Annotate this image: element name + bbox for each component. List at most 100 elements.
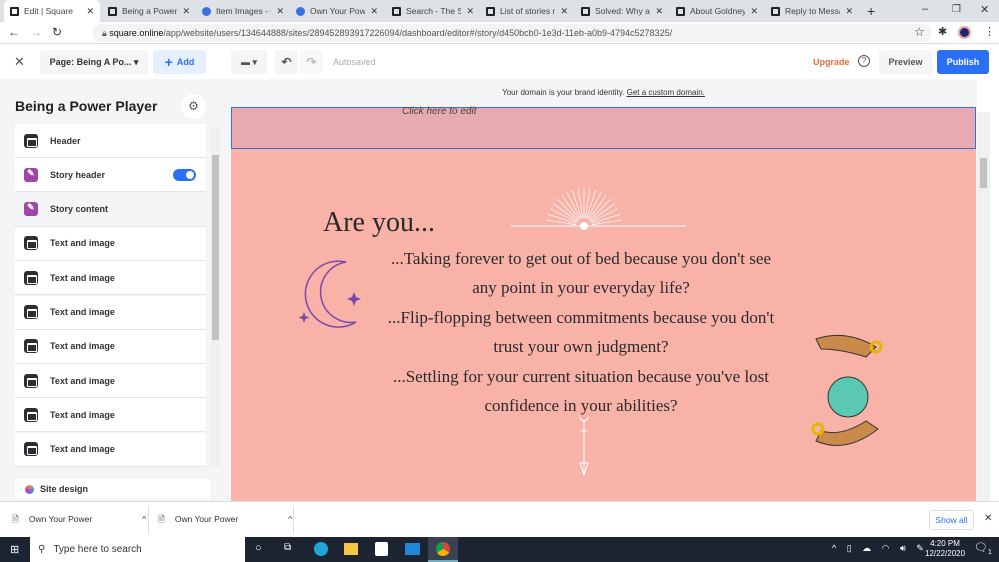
arrow-icon bbox=[578, 416, 590, 477]
domain-banner: Your domain is your brand identity. Get … bbox=[502, 88, 705, 97]
address-bar-row: ← → ↻ 🔒︎ square.online/app/website/users… bbox=[0, 22, 999, 44]
add-button[interactable]: + Add bbox=[153, 50, 206, 74]
sidebar-item[interactable]: Text and image bbox=[15, 329, 206, 364]
close-icon[interactable]: ✕ bbox=[370, 6, 378, 17]
download-item[interactable]: 🗎︎ Own Your Power ^ bbox=[158, 514, 292, 528]
preview-button[interactable]: Preview bbox=[879, 50, 932, 74]
browser-tab-bar: Edit | Square✕ Being a Power Pl✕ Item Im… bbox=[0, 0, 999, 22]
scrollbar[interactable] bbox=[211, 127, 220, 467]
hands-crystal-ball-icon bbox=[811, 334, 883, 446]
undo-button[interactable]: ↶ bbox=[275, 50, 298, 74]
sidebar-item[interactable]: Text and image bbox=[15, 432, 206, 467]
sidebar-item[interactable]: Story content bbox=[15, 192, 206, 227]
square-icon bbox=[486, 6, 495, 16]
reload-button[interactable]: ↻ bbox=[52, 25, 62, 39]
close-downloads-button[interactable]: ✕ bbox=[984, 513, 992, 524]
url-input[interactable]: 🔒︎ square.online/app/website/users/13464… bbox=[92, 24, 932, 42]
task-view-icon[interactable]: ⧉ bbox=[284, 542, 291, 553]
tab-edit-square[interactable]: Edit | Square ✕ bbox=[4, 0, 100, 22]
sidebar-item-label: Story content bbox=[50, 204, 109, 215]
menu-icon[interactable]: ⋮ bbox=[984, 25, 995, 38]
sidebar-item-label: Text and image bbox=[50, 272, 115, 283]
notifications-icon[interactable]: 🗨︎1 bbox=[974, 541, 992, 556]
sidebar-item[interactable]: Story header bbox=[15, 158, 206, 193]
star-icon[interactable]: ☆ bbox=[914, 25, 925, 39]
publish-button[interactable]: Publish bbox=[937, 50, 989, 74]
tab[interactable]: List of stories no✕ bbox=[480, 0, 574, 22]
device-select[interactable]: ▬ ▾ bbox=[231, 50, 267, 74]
close-icon[interactable]: ✕ bbox=[182, 6, 190, 17]
close-icon[interactable]: ✕ bbox=[750, 6, 758, 17]
sidebar-item[interactable]: Text and image bbox=[15, 261, 206, 296]
sidebar: Being a Power Player ⚙ Header Story heade… bbox=[0, 79, 230, 501]
sidebar-item[interactable]: Text and image bbox=[15, 398, 206, 433]
mail-icon[interactable] bbox=[405, 543, 420, 555]
cortana-icon[interactable]: ○ bbox=[255, 542, 262, 554]
avatar[interactable] bbox=[958, 26, 971, 39]
close-icon[interactable]: ✕ bbox=[276, 6, 284, 17]
plus-icon: + bbox=[164, 54, 173, 70]
sidebar-item-label: Header bbox=[50, 135, 81, 146]
file-explorer-icon[interactable] bbox=[344, 543, 358, 555]
new-tab-button[interactable]: + bbox=[867, 3, 875, 19]
tab[interactable]: Solved: Why are✕ bbox=[575, 0, 669, 22]
chevron-up-icon[interactable]: ^ bbox=[288, 514, 292, 528]
restore-button[interactable]: ❐ bbox=[952, 4, 961, 15]
sidebar-item-label: Story header bbox=[50, 169, 106, 180]
tab[interactable]: Search - The Sel✕ bbox=[386, 0, 480, 22]
square-icon bbox=[392, 6, 401, 16]
back-button[interactable]: ← bbox=[8, 25, 20, 39]
visibility-toggle[interactable] bbox=[173, 169, 196, 182]
sidebar-item[interactable]: Text and image bbox=[15, 364, 206, 399]
redo-button[interactable]: ↷ bbox=[300, 50, 323, 74]
taskbar-search-input[interactable]: ⚲ Type here to search bbox=[30, 537, 245, 562]
tab[interactable]: Being a Power Pl✕ bbox=[102, 0, 196, 22]
search-icon: ⚲ bbox=[38, 544, 46, 555]
help-icon[interactable]: ? bbox=[858, 55, 870, 67]
story-content-section[interactable]: Are you... ...Taking forever to get out … bbox=[231, 149, 976, 501]
show-all-button[interactable]: Show all bbox=[929, 510, 974, 530]
chrome-taskbar-icon[interactable] bbox=[428, 537, 458, 562]
pencil-icon bbox=[24, 167, 38, 182]
square-icon bbox=[108, 6, 117, 16]
clock[interactable]: 4:20 PM 12/22/2020 bbox=[925, 539, 965, 559]
sidebar-item[interactable]: Text and image bbox=[15, 295, 206, 330]
windows-start-icon[interactable]: ⊞ bbox=[10, 543, 19, 556]
tab[interactable]: Reply to Messag✕ bbox=[765, 0, 859, 22]
close-icon[interactable]: ✕ bbox=[466, 6, 474, 17]
chevron-up-icon[interactable]: ^ bbox=[142, 514, 146, 528]
section-icon bbox=[24, 407, 38, 422]
close-editor-button[interactable]: ✕ bbox=[14, 54, 25, 70]
sunrise-icon bbox=[511, 188, 686, 230]
forward-button[interactable]: → bbox=[30, 25, 42, 39]
minimize-button[interactable]: – bbox=[922, 3, 928, 15]
gear-icon[interactable]: ⚙ bbox=[181, 94, 206, 119]
extensions-icon[interactable]: ✱ bbox=[938, 25, 947, 38]
tab[interactable]: About Goldneye ✕ bbox=[670, 0, 764, 22]
edge-icon[interactable] bbox=[314, 542, 328, 556]
site-design-item[interactable]: Site design bbox=[15, 479, 210, 499]
square-icon bbox=[10, 6, 19, 16]
close-icon[interactable]: ✕ bbox=[560, 6, 568, 17]
sidebar-item[interactable]: Header bbox=[15, 124, 206, 158]
canvas-scrollbar[interactable] bbox=[977, 112, 990, 501]
close-window-button[interactable]: ✕ bbox=[980, 3, 989, 16]
story-header-section[interactable]: Click here to edit bbox=[231, 106, 976, 149]
close-icon[interactable]: ✕ bbox=[845, 6, 853, 17]
store-icon[interactable] bbox=[375, 542, 388, 556]
tab[interactable]: Own Your Power✕ bbox=[290, 0, 384, 22]
page-select[interactable]: Page: Being A Po... ▾ bbox=[40, 50, 148, 74]
tab[interactable]: Item Images - Cu✕ bbox=[196, 0, 290, 22]
section-icon bbox=[24, 133, 38, 148]
sidebar-item-label: Text and image bbox=[50, 238, 115, 249]
close-icon[interactable]: ✕ bbox=[86, 6, 94, 17]
download-item[interactable]: 🗎︎ Own Your Power ^ bbox=[12, 514, 146, 528]
close-icon[interactable]: ✕ bbox=[655, 6, 663, 17]
sidebar-item-label: Text and image bbox=[50, 307, 115, 317]
upgrade-link[interactable]: Upgrade bbox=[813, 57, 850, 67]
system-tray-icons[interactable]: ^ ▯ ☁ ◠ 🔊︎ ✎ bbox=[832, 543, 928, 554]
pencil-icon bbox=[24, 202, 38, 217]
taskbar: ⊞ ⚲ Type here to search ○ ⧉ ^ ▯ ☁ ◠ 🔊︎ ✎ … bbox=[0, 537, 999, 562]
sidebar-item[interactable]: Text and image bbox=[15, 226, 206, 261]
custom-domain-link[interactable]: Get a custom domain. bbox=[627, 88, 705, 97]
